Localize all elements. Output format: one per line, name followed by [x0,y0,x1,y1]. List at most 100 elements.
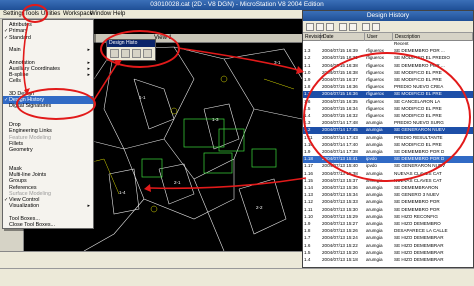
history-row[interactable]: 1.6 2004/07/13 15:22 arumgia SE HIZO DEMEMB… [303,243,473,250]
history-cell-user: arumgia [366,242,383,248]
window-title-bar: 03010028.cat (2D - V8 DGN) - MicroStatio… [0,0,474,10]
filter-icon[interactable] [362,23,370,31]
history-cell-date: 2004/07/13 15:30 [322,206,358,212]
details-icon[interactable] [372,23,380,31]
history-cell-rev: 1.0 [304,69,311,75]
menu-workspace[interactable]: Workspace [63,10,93,19]
history-cell-rev: 1.17 [304,163,313,169]
history-cell-user: arumgia [366,192,383,198]
highlight-design-history-item [16,88,96,120]
history-cell-rev: 1.18 [304,156,313,162]
history-cell-desc: SE DEMEMBRO POR [394,206,440,212]
history-cell-desc: SE DEMEMBRO POR [394,199,440,205]
svg-text:2-1: 2-1 [174,180,181,185]
history-cell-date: 2004/07/13 15:26 [322,228,358,234]
history-row[interactable]: 1.14 2004/07/13 15:36 arumgia SE DEMEMBRARO… [303,185,473,192]
taskbar [0,268,474,286]
history-cell-rev: 1.11 [304,206,313,212]
print-icon[interactable] [326,23,334,31]
svg-text:2-2: 2-2 [256,205,263,210]
history-cell-date: 2004/07/13 15:34 [322,192,358,198]
highlight-toolbox [100,30,180,68]
highlight-history-rows [303,52,471,182]
history-cell-user: arumgia [366,249,383,255]
history-row[interactable]: 1.8 2004/07/13 15:26 arumgia DESAPARECE LA … [303,228,473,235]
design-history-toolbar [303,21,473,33]
col-date[interactable]: Date [321,33,365,41]
history-cell-date: 2004/07/15 16:39 [322,48,358,54]
tools-menu: Attributes ✓ Primary ✓ Standard Main ▸ Annotati… [2,19,94,229]
history-cell-date: 2004/07/13 15:24 [322,235,358,241]
menu-window[interactable]: Window [90,10,111,19]
history-cell-date: 2004/07/13 15:27 [322,221,358,226]
history-cell-date: 2004/07/13 15:18 [322,257,358,262]
svg-text:1-1: 1-1 [139,95,146,100]
history-cell-desc: SE HIZO DEMEMBRAR [394,235,444,241]
history-cell-rev: 1.5 [304,249,311,255]
svg-text:3-1: 3-1 [274,60,281,65]
menu-help[interactable]: Help [113,10,125,19]
undo-icon[interactable] [339,23,347,31]
svg-text:1-4: 1-4 [119,190,126,195]
history-cell-rev: 1.4 [304,257,311,262]
history-row[interactable]: 1.10 2004/07/13 15:29 arumgia SE HIZO RECON… [303,214,473,221]
history-row[interactable]: 1.5 2004/07/13 15:20 arumgia SE HIZO DEMEMB… [303,250,473,257]
history-row[interactable]: 1.9 2004/07/13 15:27 arumgia SE HIZO DEMEMB… [303,221,473,228]
history-row[interactable]: 1.11 2004/07/13 15:30 arumgia SE DEMEMBRO P… [303,207,473,214]
history-table-header: Revision Date User Description [303,33,473,41]
history-cell-desc: SE HIZO DEMEMBRAR [394,249,444,255]
history-cell-desc: SE GENERO 3 NUEV [394,192,440,198]
history-cell-date: 2004/07/13 15:22 [322,242,358,248]
history-cell-user: arumgia [366,235,383,241]
history-cell-rev: 1.15 [304,177,313,183]
history-cell-rev: 1.6 [304,242,311,248]
design-history-window-title: Design History [303,11,473,21]
history-cell-user: arumgia [366,185,383,190]
history-cell-user: arumgia [366,206,383,212]
history-cell-date: 2004/07/13 15:29 [322,213,358,219]
history-cell-user: arumgia [366,221,383,226]
history-cell-rev: 1.3 [304,48,311,54]
window-title: 03010028.cat (2D - V8 DGN) - MicroStatio… [150,1,324,8]
history-cell-rev: 1.8 [304,228,311,234]
history-cell-rev: 1.1 [304,62,311,68]
history-cell-rev: 1.10 [304,213,313,219]
history-cell-date: 2004/07/13 15:20 [322,249,358,255]
col-user[interactable]: User [365,33,393,41]
history-cell-desc: Recent [394,41,409,46]
history-cell-desc: SE HIZO DEMEMBRO [394,221,441,226]
history-cell-user: arumgia [366,257,383,262]
history-row[interactable]: 1.13 2004/07/13 15:34 arumgia SE GENERO 3 N… [303,192,473,199]
history-cell-rev: 1.7 [304,235,311,241]
history-cell-desc: SE HIZO RECONFIG [394,213,438,219]
tools-menu-label: Close Tool Boxes... [9,222,56,228]
col-description[interactable]: Description [393,33,473,41]
status-bar [0,251,302,268]
svg-text:1-3: 1-3 [212,117,219,122]
tools-menu-item[interactable]: Close Tool Boxes... [3,221,93,229]
history-cell-rev: 1.2 [304,55,311,61]
history-cell-rev: 1.13 [304,192,313,198]
open-icon[interactable] [306,23,314,31]
redo-icon[interactable] [349,23,357,31]
history-row[interactable]: 1.7 2004/07/13 15:24 arumgia SE HIZO DEMEMB… [303,235,473,242]
history-cell-user: arumgia [366,213,383,219]
history-cell-desc: SE HIZO DEMEMBRAR [394,242,444,248]
history-cell-rev: 1.16 [304,170,313,176]
history-cell-date: 2004/07/13 15:33 [322,199,358,205]
history-cell-rev: 1.9 [304,221,311,226]
history-cell-rev: 1.12 [304,199,313,205]
history-cell-desc: SE DEMEMBRARON [394,185,439,190]
col-revision[interactable]: Revision [303,33,324,41]
history-row[interactable]: 1.4 2004/07/13 15:18 arumgia SE HIZO DEMEMB… [303,257,473,264]
history-cell-date: 2004/07/13 15:37 [322,177,358,183]
highlight-tools-menu [22,4,48,23]
history-row[interactable]: 1.12 2004/07/13 15:33 arumgia SE DEMEMBRO P… [303,199,473,206]
history-cell-desc: SE HIZO DEMEMBRAR [394,257,444,262]
history-cell-user: arumgia [366,199,383,205]
history-cell-user: arumgia [366,228,383,234]
history-cell-desc: DESAPARECE LA CALLE [394,228,448,234]
save-icon[interactable] [316,23,324,31]
history-row[interactable]: Recent [303,41,473,48]
history-cell-date: 2004/07/13 15:36 [322,185,358,190]
